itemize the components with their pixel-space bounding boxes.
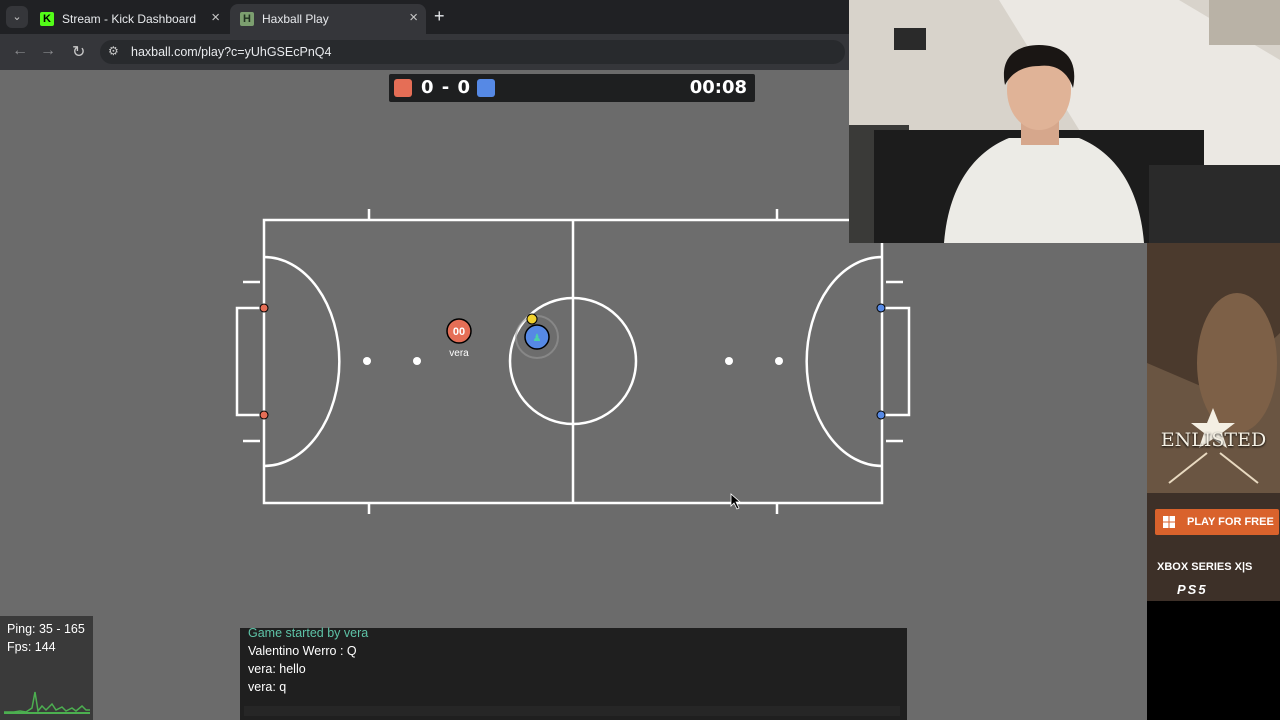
chat-message: Valentino Werro : Q (248, 644, 357, 658)
back-arrow-icon[interactable]: ← (12, 42, 28, 60)
player-name: vera (449, 348, 469, 359)
chat-message: vera: hello (248, 662, 306, 676)
tab-haxball-play[interactable]: H Haxball Play × (230, 4, 426, 34)
tab-title: Stream - Kick Dashboard (62, 12, 197, 26)
address-row: ← → ↻ ⚙ haxball.com/play?c=yUhGSEcPnQ4 (0, 34, 850, 70)
close-tab-icon[interactable]: × (409, 9, 418, 26)
chat-notice: Game started by vera (248, 626, 369, 640)
red-goalpost (259, 303, 269, 313)
blue-goalpost (876, 303, 886, 313)
advertisement[interactable]: ENLISTED PLAY FOR FREE XBOX SERIES X|S P… (1147, 243, 1280, 601)
close-tab-icon[interactable]: × (211, 9, 220, 26)
svg-text:♟: ♟ (533, 333, 542, 344)
new-tab-button[interactable]: + (434, 6, 445, 27)
right-goal (882, 306, 911, 417)
chat-panel: Game started by vera Valentino Werro : Q… (240, 626, 907, 720)
tab-search-dropdown[interactable]: ⌄ (6, 6, 28, 28)
kick-icon: K (40, 12, 54, 26)
ad-title: ENLISTED (1160, 429, 1267, 451)
ps5-platform-label: PS5 (1177, 582, 1208, 597)
blue-goalpost (876, 410, 886, 420)
ad-artwork (1147, 243, 1280, 601)
haxball-icon: H (240, 12, 254, 26)
cta-label: PLAY FOR FREE (1187, 516, 1274, 528)
chat-message: vera: q (248, 680, 287, 694)
address-bar[interactable]: ⚙ haxball.com/play?c=yUhGSEcPnQ4 (100, 40, 845, 64)
webcam-overlay (849, 0, 1280, 243)
reload-icon[interactable]: ↻ (72, 42, 85, 62)
stats-panel: Ping: 35 - 165 Fps: 144 (0, 616, 93, 720)
chat-input[interactable] (244, 706, 900, 716)
ad-gap (1147, 601, 1280, 720)
forward-arrow-icon[interactable]: → (40, 42, 56, 60)
site-settings-icon[interactable]: ⚙ (108, 44, 119, 58)
xbox-platform-label: XBOX SERIES X|S (1157, 561, 1253, 573)
red-goalpost (259, 410, 269, 420)
left-goal (235, 306, 264, 417)
ball (526, 313, 538, 325)
fps-text: Fps: 144 (7, 640, 56, 654)
tab-bar: ⌄ K Stream - Kick Dashboard × H Haxball … (0, 0, 850, 34)
windows-icon (1163, 516, 1175, 528)
webcam-image (849, 0, 1280, 243)
player-avatar: 00 (453, 326, 465, 338)
tab-title: Haxball Play (262, 12, 329, 26)
tab-kick-dashboard[interactable]: K Stream - Kick Dashboard × (30, 4, 228, 34)
ping-text: Ping: 35 - 165 (7, 622, 85, 636)
url-text: haxball.com/play?c=yUhGSEcPnQ4 (131, 45, 332, 59)
fps-graph (4, 691, 90, 714)
play-for-free-button[interactable]: PLAY FOR FREE (1155, 509, 1279, 535)
